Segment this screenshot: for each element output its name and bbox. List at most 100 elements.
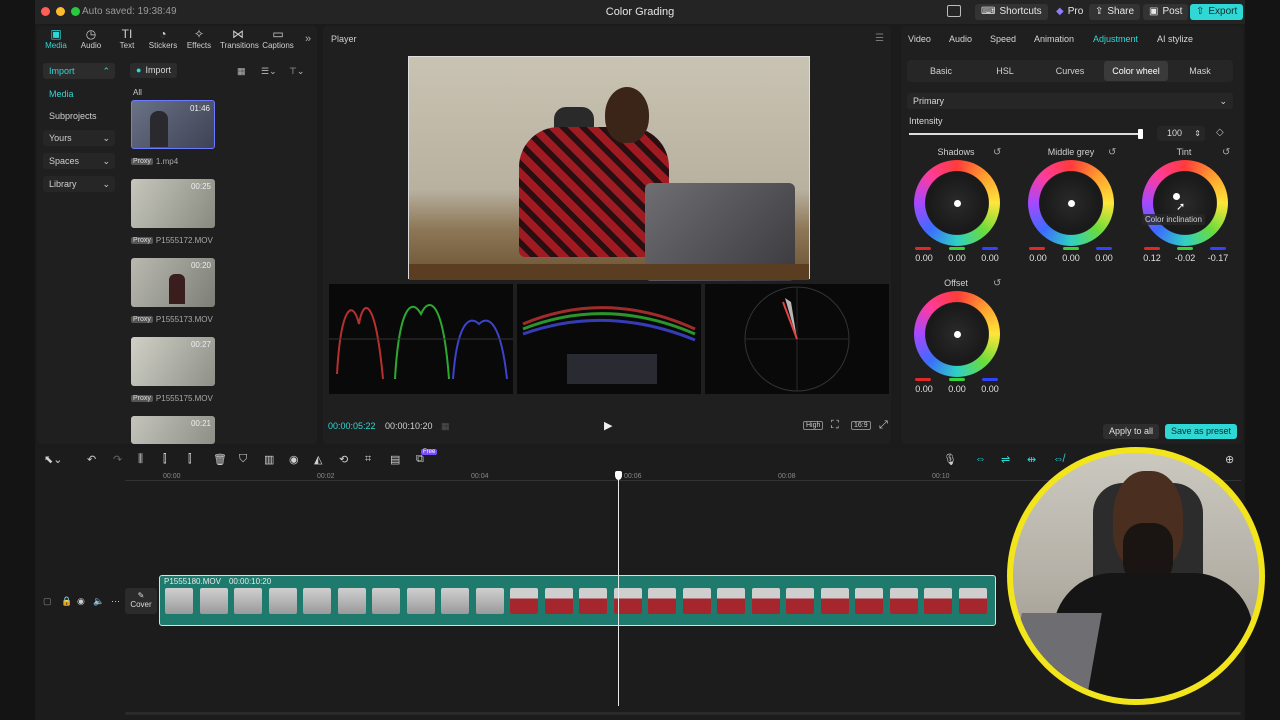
- tab-speed[interactable]: Speed: [990, 34, 1016, 44]
- middle-grey-green-value[interactable]: 0.00: [1056, 253, 1086, 263]
- tab-ai-stylize[interactable]: AI stylize: [1157, 34, 1193, 44]
- middle-grey-color-wheel[interactable]: [1028, 160, 1114, 246]
- shadows-red-value[interactable]: 0.00: [909, 253, 939, 263]
- middle-grey-red-value[interactable]: 0.00: [1023, 253, 1053, 263]
- sort-icon[interactable]: ☰⌄: [261, 66, 277, 77]
- reset-icon[interactable]: ↺: [993, 147, 1001, 158]
- menu-icon[interactable]: ☰: [875, 33, 884, 44]
- tab-adjustment[interactable]: Adjustment: [1093, 34, 1138, 44]
- shadows-color-wheel[interactable]: [914, 160, 1000, 246]
- subtab-basic[interactable]: Basic: [911, 61, 971, 81]
- media-clip-thumbnail[interactable]: 00:25: [131, 179, 215, 228]
- media-clip-thumbnail[interactable]: 00:20: [131, 258, 215, 307]
- volume-icon[interactable]: 🔈: [93, 596, 104, 607]
- split-left-icon[interactable]: ⫿: [163, 453, 167, 466]
- reset-icon[interactable]: ↺: [1108, 147, 1116, 158]
- reset-icon[interactable]: ↺: [993, 278, 1001, 289]
- share-button[interactable]: ⇪ Share: [1089, 4, 1141, 20]
- timecode-icon[interactable]: ▦: [441, 421, 450, 432]
- timeline-scrollbar[interactable]: [125, 712, 1241, 715]
- mirror-icon[interactable]: ◭: [314, 453, 322, 466]
- play-button[interactable]: ▶: [604, 419, 612, 432]
- pro-button[interactable]: ◆ Pro: [1050, 4, 1089, 20]
- undo-icon[interactable]: ↶: [87, 453, 96, 466]
- sidebar-import[interactable]: Import ⌃: [43, 63, 115, 79]
- split-icon[interactable]: ⫼: [138, 453, 143, 466]
- reset-icon[interactable]: ↺: [1222, 147, 1230, 158]
- intensity-slider-track[interactable]: [909, 133, 1141, 135]
- freeze-icon[interactable]: ▥: [264, 453, 274, 466]
- wheel-handle[interactable]: [954, 200, 961, 207]
- offset-red-value[interactable]: 0.00: [909, 384, 939, 394]
- rotate-icon[interactable]: ⟲: [339, 453, 348, 466]
- select-tool-icon[interactable]: ⬉⌄: [44, 453, 62, 466]
- playhead-handle[interactable]: [615, 471, 622, 480]
- shortcuts-button[interactable]: ⌨ Shortcuts: [975, 4, 1048, 20]
- post-button[interactable]: ▣ Post: [1143, 4, 1189, 20]
- sidebar-item-yours[interactable]: Yours ⌄: [43, 130, 115, 146]
- crop-icon[interactable]: ⌗: [365, 453, 371, 466]
- cover-button[interactable]: ✎ Cover: [125, 588, 157, 614]
- wheel-handle[interactable]: [1173, 193, 1180, 200]
- more-tools-icon[interactable]: »: [305, 33, 311, 45]
- subtab-mask[interactable]: Mask: [1171, 61, 1229, 81]
- import-button[interactable]: ● Import: [130, 63, 177, 78]
- intensity-slider-handle[interactable]: [1138, 129, 1143, 139]
- apply-to-all-button[interactable]: Apply to all: [1103, 424, 1160, 439]
- media-clip-thumbnail[interactable]: 01:46: [131, 100, 215, 149]
- microphone-icon[interactable]: 🎙: [943, 453, 957, 466]
- video-preview[interactable]: [408, 56, 810, 281]
- fit-icon[interactable]: ⛶: [831, 419, 839, 432]
- split-right-icon[interactable]: ⫿: [188, 453, 192, 466]
- snap-icon[interactable]: ⇹: [1027, 453, 1036, 466]
- grid-view-icon[interactable]: ▦: [237, 66, 246, 77]
- delete-icon[interactable]: 🗑: [213, 453, 227, 466]
- middle-grey-blue-value[interactable]: 0.00: [1089, 253, 1119, 263]
- sidebar-item-spaces[interactable]: Spaces ⌄: [43, 153, 115, 169]
- media-clip-thumbnail[interactable]: 00:21: [131, 416, 215, 444]
- tab-animation[interactable]: Animation: [1034, 34, 1074, 44]
- caption-tool-icon[interactable]: ▤: [390, 453, 400, 466]
- subtab-hsl[interactable]: HSL: [975, 61, 1035, 81]
- sidebar-item-subprojects[interactable]: Subprojects: [43, 108, 115, 124]
- mode-select[interactable]: Primary ⌄: [907, 93, 1233, 109]
- keyframe-icon[interactable]: ◇: [1216, 127, 1224, 138]
- mask-icon[interactable]: ⛉: [239, 453, 247, 466]
- magnet-icon[interactable]: ⇌: [1001, 453, 1010, 466]
- tint-red-value[interactable]: 0.12: [1137, 253, 1167, 263]
- speed-icon[interactable]: ◉: [289, 453, 299, 466]
- tint-blue-value[interactable]: -0.17: [1203, 253, 1233, 263]
- sidebar-item-library[interactable]: Library ⌄: [43, 176, 115, 192]
- shadows-blue-value[interactable]: 0.00: [975, 253, 1005, 263]
- layout-icon[interactable]: [947, 5, 961, 17]
- toolbar-text[interactable]: TI Text: [109, 27, 145, 50]
- offset-blue-value[interactable]: 0.00: [975, 384, 1005, 394]
- subtab-color-wheel[interactable]: Color wheel: [1104, 61, 1168, 81]
- tab-video[interactable]: Video: [908, 34, 931, 44]
- preview-axis-icon[interactable]: ⇎: [1053, 453, 1064, 465]
- zoom-in-icon[interactable]: ⊕: [1225, 453, 1234, 466]
- toolbar-audio[interactable]: ◷ Audio: [73, 27, 109, 50]
- redo-icon[interactable]: ↷: [113, 453, 122, 466]
- link-icon[interactable]: ⇔: [975, 453, 986, 465]
- tab-audio[interactable]: Audio: [949, 34, 972, 44]
- tint-green-value[interactable]: -0.02: [1170, 253, 1200, 263]
- toolbar-stickers[interactable]: ◔ Stickers: [145, 27, 181, 50]
- shadows-green-value[interactable]: 0.00: [942, 253, 972, 263]
- offset-green-value[interactable]: 0.00: [942, 384, 972, 394]
- subtab-curves[interactable]: Curves: [1040, 61, 1100, 81]
- ratio-button[interactable]: 16:9: [851, 421, 871, 430]
- toolbar-transitions[interactable]: ⋈ Transitions: [220, 27, 259, 50]
- eye-icon[interactable]: ◉: [77, 596, 85, 607]
- filter-icon[interactable]: ⊤⌄: [289, 66, 304, 77]
- track-hide-icon[interactable]: ▢: [43, 596, 52, 607]
- export-button[interactable]: ⇧ Export: [1190, 4, 1244, 20]
- wheel-handle[interactable]: [1068, 200, 1075, 207]
- wheel-handle[interactable]: [954, 331, 961, 338]
- toolbar-media[interactable]: ▣ Media: [38, 27, 74, 50]
- fullscreen-icon[interactable]: ⤢: [879, 419, 888, 432]
- quality-button[interactable]: High: [803, 421, 824, 430]
- sidebar-item-media[interactable]: Media: [43, 86, 115, 102]
- toolbar-effects[interactable]: ✧ Effects: [181, 27, 217, 50]
- lock-icon[interactable]: 🔒: [61, 596, 72, 607]
